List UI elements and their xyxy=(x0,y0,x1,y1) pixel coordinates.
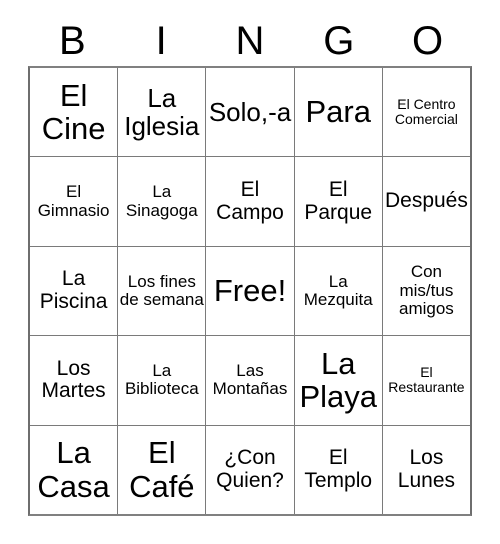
bingo-cell-label: La Sinagoga xyxy=(125,182,198,220)
bingo-cell-label: La Playa xyxy=(299,345,377,415)
bingo-cell-r4c5[interactable]: El Restaurante xyxy=(382,336,471,425)
bingo-cell-r5c3[interactable]: ¿Con Quien? xyxy=(206,425,295,515)
bingo-cell-label: El Campo xyxy=(216,177,284,224)
bingo-row: El Cine La Iglesia Solo,-a Para El Centr… xyxy=(30,68,471,158)
bingo-cell-r2c2[interactable]: La Sinagoga xyxy=(118,157,207,246)
bingo-cell-r1c3[interactable]: Solo,-a xyxy=(206,68,295,157)
bingo-row: Los Martes La Biblioteca Las Montañas La… xyxy=(30,336,471,426)
bingo-row: La Casa El Café ¿Con Quien? El Templo Lo… xyxy=(30,425,471,515)
bingo-cell-r2c5[interactable]: Después xyxy=(382,157,471,246)
bingo-header-row: B I N G O xyxy=(28,18,472,64)
bingo-cell-r4c1[interactable]: Los Martes xyxy=(30,336,119,425)
bingo-cell-r3c4[interactable]: La Mezquita xyxy=(294,246,383,336)
bingo-cell-r4c4[interactable]: La Playa xyxy=(294,336,383,425)
free-space-label: Free! xyxy=(213,273,287,309)
bingo-cell-r2c1[interactable]: El Gimnasio xyxy=(30,157,119,246)
bingo-cell-label: El Cine xyxy=(41,77,106,147)
header-letter-o: O xyxy=(412,19,444,63)
bingo-row: La Piscina Los fines de semana Free! La … xyxy=(30,246,471,337)
bingo-cell-r5c1[interactable]: La Casa xyxy=(30,425,119,515)
bingo-cell-label: La Iglesia xyxy=(124,83,200,142)
bingo-cell-label: Solo,-a xyxy=(208,97,292,128)
bingo-cell-label: La Piscina xyxy=(39,267,108,314)
bingo-cell-label: El Gimnasio xyxy=(37,182,110,220)
bingo-cell-label: El Café xyxy=(129,435,195,504)
bingo-cell-r1c1[interactable]: El Cine xyxy=(30,68,119,157)
bingo-cell-label: El Centro Comercial xyxy=(394,96,458,128)
bingo-cell-r2c4[interactable]: El Parque xyxy=(294,157,383,246)
bingo-cell-label: Los Martes xyxy=(41,356,106,403)
bingo-cell-label: La Mezquita xyxy=(303,271,373,310)
bingo-cell-r1c5[interactable]: El Centro Comercial xyxy=(382,68,471,157)
bingo-cell-r5c2[interactable]: El Café xyxy=(118,425,207,515)
bingo-cell-label: Los fines de semana xyxy=(119,271,204,310)
bingo-cell-r3c5[interactable]: Con mis/tus amigos xyxy=(382,246,471,336)
bingo-cell-r4c3[interactable]: Las Montañas xyxy=(206,336,295,425)
bingo-cell-label: Los Lunes xyxy=(397,446,456,492)
header-letter-b: B xyxy=(59,19,86,63)
header-letter-g: G xyxy=(323,19,355,63)
bingo-grid: El Cine La Iglesia Solo,-a Para El Centr… xyxy=(28,66,472,516)
bingo-cell-label: Después xyxy=(384,189,468,213)
bingo-cell-free-space[interactable]: Free! xyxy=(206,246,295,336)
header-letter-n: N xyxy=(235,19,265,63)
bingo-cell-label: Las Montañas xyxy=(212,361,288,399)
bingo-cell-r4c2[interactable]: La Biblioteca xyxy=(118,336,207,425)
header-letter-i: I xyxy=(155,19,167,63)
bingo-cell-r5c5[interactable]: Los Lunes xyxy=(382,425,471,515)
bingo-cell-r5c4[interactable]: El Templo xyxy=(294,425,383,515)
bingo-cell-label: El Templo xyxy=(304,446,373,492)
bingo-cell-label: ¿Con Quien? xyxy=(216,446,284,492)
bingo-cell-r3c2[interactable]: Los fines de semana xyxy=(118,246,207,336)
bingo-cell-label: El Restaurante xyxy=(388,364,465,396)
bingo-cell-label: El Parque xyxy=(304,177,373,224)
bingo-cell-label: Para xyxy=(305,94,371,130)
bingo-cell-label: La Biblioteca xyxy=(124,361,199,399)
bingo-cell-label: Con mis/tus amigos xyxy=(399,262,454,319)
bingo-card: B I N G O El Cine La Iglesia Solo,-a Par… xyxy=(0,0,500,544)
bingo-cell-r2c3[interactable]: El Campo xyxy=(206,157,295,246)
bingo-cell-r1c2[interactable]: La Iglesia xyxy=(118,68,207,157)
bingo-row: El Gimnasio La Sinagoga El Campo El Parq… xyxy=(30,157,471,247)
bingo-cell-r1c4[interactable]: Para xyxy=(294,68,383,157)
bingo-cell-r3c1[interactable]: La Piscina xyxy=(30,246,119,336)
bingo-cell-label: La Casa xyxy=(37,435,110,504)
